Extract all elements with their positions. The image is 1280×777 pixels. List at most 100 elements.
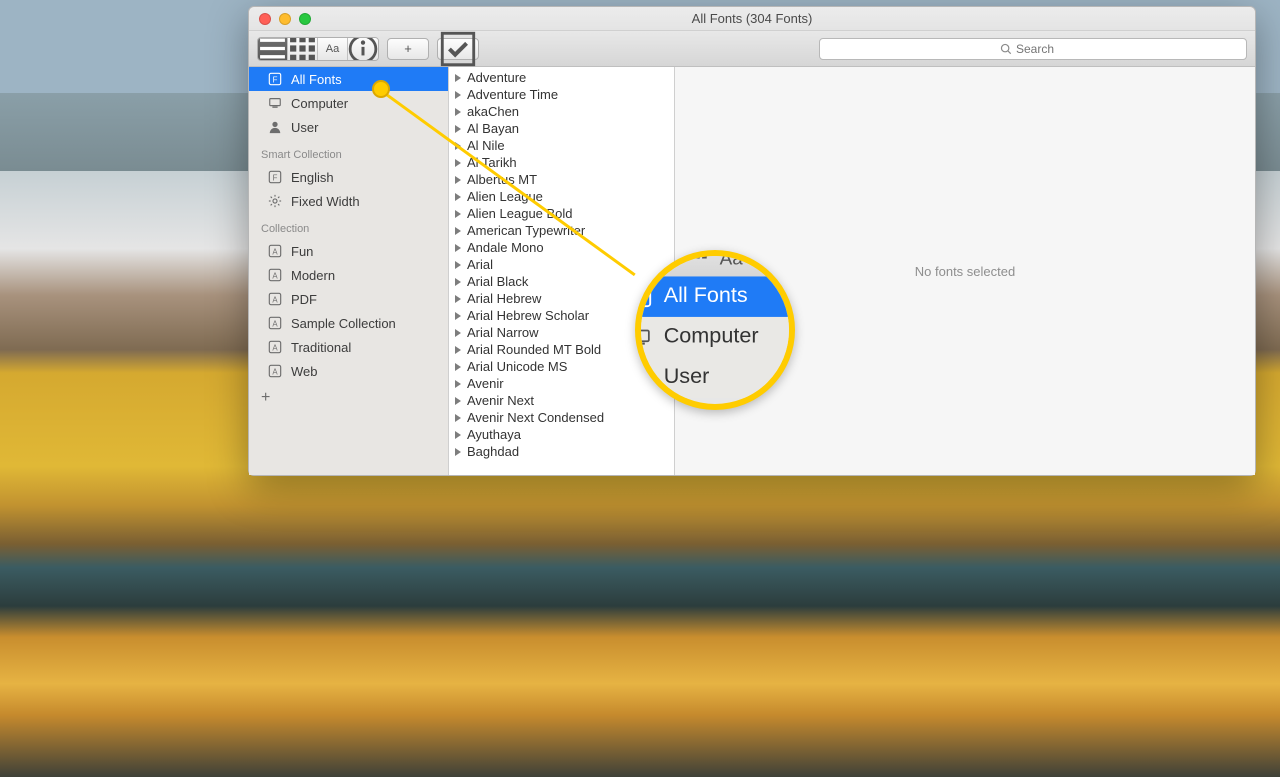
font-row[interactable]: Al Bayan [449,120,674,137]
sidebar-item-label: Fixed Width [291,194,360,209]
svg-text:A: A [272,248,278,257]
disclosure-icon[interactable] [455,193,461,201]
font-row[interactable]: American Typewriter [449,222,674,239]
checkbox-icon [438,29,478,69]
font-name-label: Arial Rounded MT Bold [467,342,601,357]
svg-text:A: A [272,368,278,377]
font-row[interactable]: akaChen [449,103,674,120]
disclosure-icon[interactable] [455,74,461,82]
sidebar-item-all-fonts[interactable]: FAll Fonts [249,67,448,91]
box-a-icon: A [267,291,283,307]
validate-button[interactable] [437,38,479,60]
add-font-button[interactable]: + [387,38,429,60]
preview-empty-text: No fonts selected [915,264,1015,279]
callout-row-allfonts: F All Fonts [635,276,795,317]
window-titlebar: All Fonts (304 Fonts) [249,7,1255,31]
font-name-label: Arial Black [467,274,528,289]
font-name-label: Avenir [467,376,504,391]
callout-row-user: User [635,357,795,398]
user-icon [267,119,283,135]
font-row[interactable]: Baghdad [449,443,674,460]
sidebar: FAll FontsComputerUser Smart Collection … [249,67,449,475]
font-name-label: Avenir Next [467,393,534,408]
font-name-label: Arial Narrow [467,325,539,340]
sidebar-item-label: User [291,120,318,135]
font-row[interactable]: Adventure [449,69,674,86]
disclosure-icon[interactable] [455,448,461,456]
sidebar-item-fun[interactable]: AFun [249,239,448,263]
font-name-label: Adventure Time [467,87,558,102]
svg-text:F: F [273,174,278,183]
sidebar-item-traditional[interactable]: A Traditional [249,335,448,359]
window-title: All Fonts (304 Fonts) [249,11,1255,26]
add-collection-button[interactable]: + [249,383,448,413]
svg-text:A: A [272,344,278,353]
font-row[interactable]: Ayuthaya [449,426,674,443]
svg-text:A: A [272,296,278,305]
disclosure-icon[interactable] [455,431,461,439]
sidebar-item-web[interactable]: AWeb [249,359,448,383]
gear-icon [267,193,283,209]
disclosure-icon[interactable] [455,159,461,167]
font-row[interactable]: Andale Mono [449,239,674,256]
box-a-icon: A [267,267,283,283]
sidebar-item-pdf[interactable]: A PDF [249,287,448,311]
font-row[interactable]: Alien League [449,188,674,205]
list-icon [258,37,287,61]
sidebar-section-collection: Collection [249,213,448,239]
disclosure-icon[interactable] [455,125,461,133]
font-row[interactable]: Avenir Next Condensed [449,409,674,426]
disclosure-icon[interactable] [455,414,461,422]
sidebar-item-sample-collection[interactable]: A Sample Collection [249,311,448,335]
view-grid-button[interactable] [288,38,318,60]
box-a-icon: A [267,339,283,355]
font-name-label: Avenir Next Condensed [467,410,604,425]
font-name-label: Al Nile [467,138,505,153]
font-collection-icon: F [267,169,283,185]
view-sample-button[interactable]: Aa [318,38,348,60]
disclosure-icon[interactable] [455,176,461,184]
disclosure-icon[interactable] [455,363,461,371]
font-name-label: akaChen [467,104,519,119]
box-a-icon: A [267,363,283,379]
font-name-label: Al Bayan [467,121,519,136]
disclosure-icon[interactable] [455,227,461,235]
sidebar-item-label: PDF [291,292,317,307]
font-name-label: Arial [467,257,493,272]
info-button[interactable] [348,38,378,60]
sidebar-item-label: Sample Collection [291,316,396,331]
sidebar-item-english[interactable]: FEnglish [249,165,448,189]
svg-text:A: A [272,320,278,329]
search-input[interactable] [1016,42,1066,56]
disclosure-icon[interactable] [455,312,461,320]
sidebar-item-label: Traditional [291,340,351,355]
disclosure-icon[interactable] [455,91,461,99]
font-row[interactable]: Al Nile [449,137,674,154]
box-a-icon: A [267,315,283,331]
computer-icon [635,325,653,349]
sidebar-item-fixed-width[interactable]: Fixed Width [249,189,448,213]
search-field[interactable] [819,38,1247,60]
sidebar-section-smart: Smart Collection [249,139,448,165]
sidebar-item-label: Modern [291,268,335,283]
disclosure-icon[interactable] [455,210,461,218]
font-name-label: Ayuthaya [467,427,521,442]
view-list-button[interactable] [258,38,288,60]
sidebar-item-computer[interactable]: Computer [249,91,448,115]
sidebar-item-modern[interactable]: A Modern [249,263,448,287]
disclosure-icon[interactable] [455,244,461,252]
disclosure-icon[interactable] [455,397,461,405]
disclosure-icon[interactable] [455,278,461,286]
disclosure-icon[interactable] [455,108,461,116]
disclosure-icon[interactable] [455,346,461,354]
disclosure-icon[interactable] [455,380,461,388]
callout-row-computer: Computer [635,317,795,358]
font-row[interactable]: Albertus MT [449,171,674,188]
disclosure-icon[interactable] [455,295,461,303]
disclosure-icon[interactable] [455,261,461,269]
fontbook-window: All Fonts (304 Fonts) Aa + FAll FontsCo [248,6,1256,476]
font-name-label: Arial Hebrew Scholar [467,308,589,323]
disclosure-icon[interactable] [455,329,461,337]
font-row[interactable]: Adventure Time [449,86,674,103]
grid-icon [687,250,709,270]
